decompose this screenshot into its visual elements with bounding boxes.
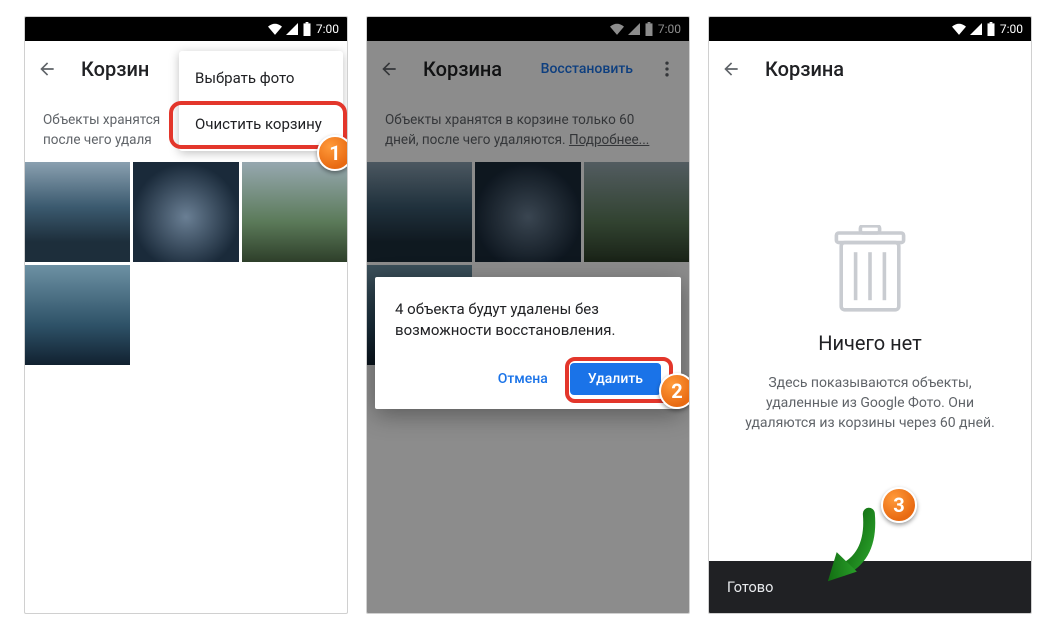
page-title: Корзина [765,57,1019,81]
wifi-icon [268,23,282,35]
empty-title: Ничего нет [818,331,922,355]
battery-icon [986,22,996,36]
battery-icon [302,22,312,36]
back-arrow-icon[interactable] [37,59,57,79]
back-arrow-icon[interactable] [721,59,741,79]
phone-screen-1: 7:00 Корзин Объекты хранятся после чего … [24,16,348,614]
photo-thumb[interactable] [25,265,130,365]
cancel-button[interactable]: Отмена [486,363,560,395]
app-bar: Корзина [709,41,1031,97]
step-badge-2: 2 [659,373,690,409]
trash-can-icon [834,225,906,313]
overflow-menu: Выбрать фото Очистить корзину [179,51,343,151]
photo-thumb[interactable] [25,162,130,262]
status-bar: 7:00 [25,17,347,41]
dialog-actions: Отмена Удалить [395,363,661,395]
menu-empty-trash[interactable]: Очистить корзину [179,101,343,147]
confirm-delete-dialog: 4 объекта будут удалены без возможности … [375,277,681,409]
empty-subtitle: Здесь показываются объекты, удаленные из… [737,373,1003,434]
signal-icon [970,23,982,35]
snackbar-text: Готово [727,579,773,596]
empty-state: Ничего нет Здесь показываются объекты, у… [709,97,1031,561]
photo-thumb[interactable] [242,162,347,262]
phone-screen-2: 7:00 Корзина Восстановить Объекты хранят… [366,16,690,614]
status-bar: 7:00 [709,17,1031,41]
dialog-message: 4 объекта будут удалены без возможности … [395,299,661,341]
photo-thumb[interactable] [133,162,238,262]
photo-grid [25,162,347,365]
clock: 7:00 [316,22,339,36]
menu-select-photo[interactable]: Выбрать фото [179,55,343,101]
clock: 7:00 [1000,22,1023,36]
signal-icon [286,23,298,35]
step-badge-3: 3 [881,487,917,523]
wifi-icon [952,23,966,35]
step-badge-1: 1 [317,135,348,171]
phone-screen-3: 7:00 Корзина Ничего нет Здесь показывают… [708,16,1032,614]
delete-button[interactable]: Удалить [570,363,661,395]
